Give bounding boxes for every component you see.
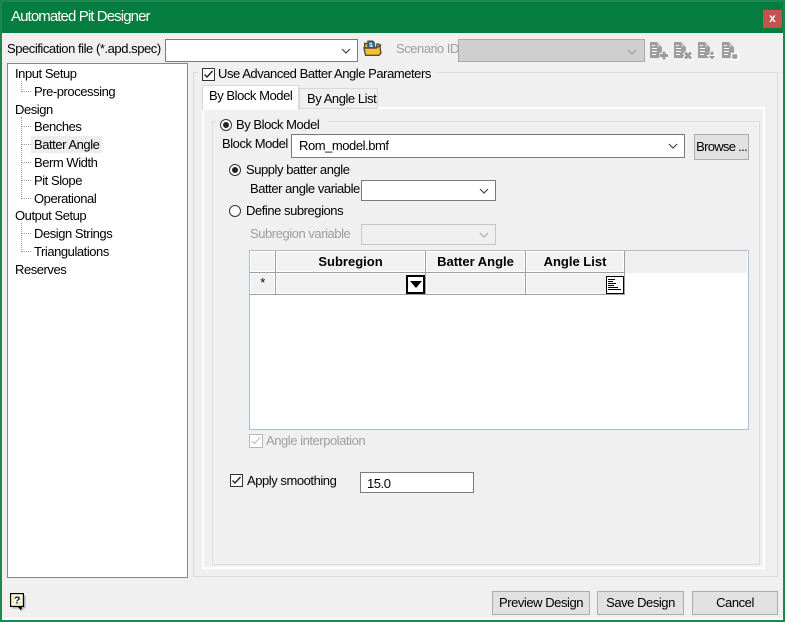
svg-text:?: ? [14, 595, 20, 607]
